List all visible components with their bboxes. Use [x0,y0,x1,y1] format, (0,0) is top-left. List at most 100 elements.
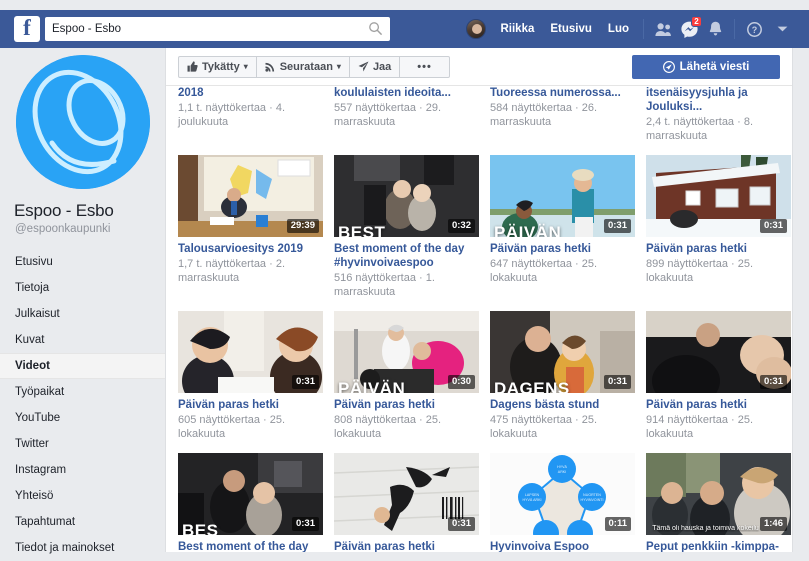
video-thumbnail[interactable]: BES 0:31 [178,453,323,535]
page-profile-picture[interactable] [15,55,150,189]
share-button-label: Jaa [372,60,392,73]
video-title[interactable]: Best moment of the day #hyvinvoivaespoo [334,242,479,270]
video-thumbnail[interactable]: 0:31 [178,311,323,393]
nav-home-link[interactable]: Etusivu [542,19,600,39]
user-avatar[interactable] [466,19,487,39]
video-title[interactable]: Päivän paras hetki [334,398,479,412]
video-thumbnail[interactable]: Tämä oli hauska ja toimiva kokeilu 1:46 [646,453,791,535]
more-options-button[interactable]: ••• [400,57,449,77]
search-icon[interactable] [368,21,383,36]
video-meta: 516 näyttökertaa · 1. marraskuuta [334,272,435,298]
video-meta: 914 näyttökertaa · 25. lokakuuta [646,414,754,440]
video-card[interactable]: Tuoreessa numerossa... 584 näyttökertaa … [490,86,635,143]
video-thumbnail[interactable]: 0:31 [646,155,791,237]
sidebar-item-twitter[interactable]: Twitter [0,431,165,457]
video-card[interactable]: PÄIVÄN 0:31 Päivän paras hetki 647 näytt… [490,155,635,299]
sidebar-item-instagram[interactable]: Instagram [0,457,165,483]
sidebar-item-julkaisut[interactable]: Julkaisut [0,301,165,327]
video-card[interactable]: 29:39 Talousarvioesitys 2019 1,7 t. näyt… [178,155,323,299]
messenger-send-icon [662,60,675,73]
video-thumbnail[interactable]: BEST 0:32 [334,155,479,237]
sidebar-item-tietoja[interactable]: Tietoja [0,275,165,301]
video-card[interactable]: DAGENS 0:31 Dagens bästa stund 475 näytt… [490,311,635,441]
video-title[interactable]: Peput penkkiin -kimppa-autokokeilu: Näin… [646,540,791,552]
svg-text:HYVÄ ARKI: HYVÄ ARKI [523,498,542,502]
chevron-down-icon[interactable] [769,18,795,40]
page-sidebar: Espoo - Esbo @espoonkaupunki Etusivu Tie… [0,48,165,554]
nav-user-name[interactable]: Riikka [492,19,542,39]
share-button[interactable]: Jaa [350,56,401,77]
search-box[interactable] [45,17,390,41]
svg-text:NUORTEN: NUORTEN [583,493,601,497]
video-thumbnail[interactable]: PÄIVÄN 0:31 [490,155,635,237]
video-thumbnail[interactable]: DAGENS 0:31 [490,311,635,393]
sidebar-item-tiedot-ja-mainokset[interactable]: Tiedot ja mainokset [0,535,165,561]
video-duration: 0:11 [604,517,631,531]
sidebar-item-yhteiso[interactable]: Yhteisö [0,483,165,509]
video-title[interactable]: itsenäisyysjuhla ja Jouluksi... [646,86,791,114]
video-duration: 0:31 [291,375,319,389]
thumbnail-overlay-text: DAGENS [494,379,570,393]
video-card[interactable]: 2018 1,1 t. näyttökertaa · 4. joulukuuta [178,86,323,143]
video-card[interactable]: koululaisten ideoita... 557 näyttökertaa… [334,86,479,143]
help-icon[interactable]: ? [741,18,767,40]
video-card[interactable]: 0:31 Päivän paras hetki 1 t. näyttökerta… [334,453,479,552]
video-thumbnail[interactable]: 0:31 [646,311,791,393]
following-button[interactable]: Seurataan ▾ [257,56,350,77]
video-duration: 0:31 [447,517,475,531]
video-duration: 0:31 [603,375,631,389]
video-duration: 0:31 [759,375,787,389]
video-title[interactable]: Päivän paras hetki [646,398,791,412]
video-title[interactable]: Päivän paras hetki [334,540,479,552]
video-card[interactable]: PÄIVÄN 0:30 Päivän paras hetki 808 näytt… [334,311,479,441]
nav-create-link[interactable]: Luo [600,19,637,39]
video-duration: 1:46 [759,517,787,531]
liked-button-label: Tykätty [202,60,240,73]
page-title: Espoo - Esbo [14,201,114,220]
svg-text:HYVÄ: HYVÄ [557,465,567,469]
sidebar-item-tyopaikat[interactable]: Työpaikat [0,379,165,405]
video-title[interactable]: Best moment of the day [178,540,323,552]
video-duration: 29:39 [286,219,319,233]
page-action-bar: Tykätty ▾ Seurataan ▾ Jaa ••• Lähetä vie… [166,48,792,86]
liked-button[interactable]: Tykätty ▾ [179,56,257,77]
video-thumbnail[interactable]: 0:31 [334,453,479,535]
sidebar-item-videot[interactable]: Videot [0,353,165,379]
video-meta: 808 näyttökertaa · 25. lokakuuta [334,414,442,440]
video-card[interactable]: Tämä oli hauska ja toimiva kokeilu 1:46 … [646,453,791,552]
video-title[interactable]: Talousarvioesitys 2019 [178,242,323,256]
video-title[interactable]: Dagens bästa stund [490,398,635,412]
video-card[interactable]: itsenäisyysjuhla ja Jouluksi... 2,4 t. n… [646,86,791,143]
video-card[interactable]: 0:31 Päivän paras hetki 914 näyttökertaa… [646,311,791,441]
sidebar-item-youtube[interactable]: YouTube [0,405,165,431]
video-card[interactable]: BEST 0:32 Best moment of the day #hyvinv… [334,155,479,299]
video-card[interactable]: 0:31 Päivän paras hetki 899 näyttökertaa… [646,155,791,299]
video-thumbnail[interactable]: PÄIVÄN 0:30 [334,311,479,393]
sidebar-item-tapahtumat[interactable]: Tapahtumat [0,509,165,535]
video-title[interactable]: Päivän paras hetki [646,242,791,256]
rss-feed-icon [265,62,274,72]
video-title[interactable]: Hyvinvoiva Espoo [490,540,635,552]
video-card[interactable]: 0:31 Päivän paras hetki 605 näyttökertaa… [178,311,323,441]
sidebar-nav-list: Etusivu Tietoja Julkaisut Kuvat Videot T… [0,249,165,561]
messenger-icon[interactable]: 2 [676,16,702,40]
video-meta: 647 näyttökertaa · 25. lokakuuta [490,258,598,284]
video-meta: 1,1 t. näyttökertaa · 4. joulukuuta [178,102,286,128]
sidebar-item-etusivu[interactable]: Etusivu [0,249,165,275]
video-card[interactable]: HYVÄ ARKI LAPSEN HYVÄ ARKI NUORTEN HYVINVOI… [490,453,635,552]
send-message-button[interactable]: Lähetä viesti [632,54,780,79]
video-title[interactable]: Päivän paras hetki [178,398,323,412]
video-title[interactable]: koululaisten ideoita... [334,86,479,100]
svg-text:LAPSEN: LAPSEN [525,493,540,497]
video-card[interactable]: BES 0:31 Best moment of the day 529 näyt… [178,453,323,552]
video-title[interactable]: Tuoreessa numerossa... [490,86,635,100]
facebook-logo-icon[interactable]: f [14,16,40,42]
video-title[interactable]: 2018 [178,86,323,100]
video-thumbnail[interactable]: 29:39 [178,155,323,237]
video-thumbnail[interactable]: HYVÄ ARKI LAPSEN HYVÄ ARKI NUORTEN HYVINVOI… [490,453,635,535]
friend-requests-icon[interactable] [650,18,676,40]
video-title[interactable]: Päivän paras hetki [490,242,635,256]
search-input[interactable] [45,17,390,41]
bell-icon[interactable] [702,18,728,40]
sidebar-item-kuvat[interactable]: Kuvat [0,327,165,353]
